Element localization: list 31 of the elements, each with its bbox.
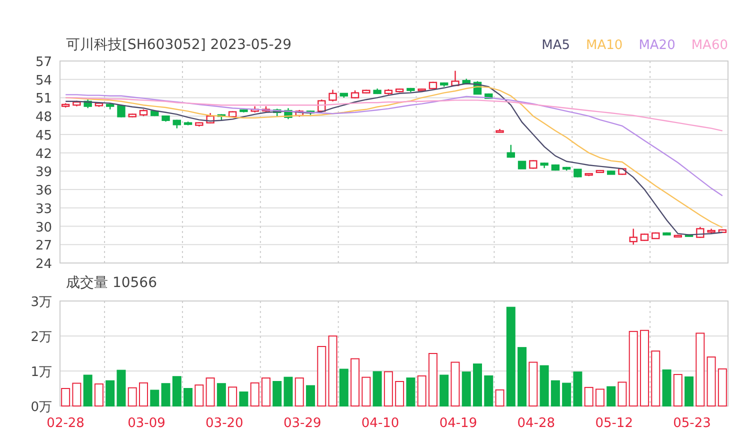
date-label: 05-12: [595, 416, 633, 431]
date-label: 03-20: [206, 416, 244, 431]
axis-label: 0万: [30, 400, 52, 415]
legend-label: MA5: [542, 38, 570, 52]
axis-label: 1万: [30, 365, 52, 380]
axis-label: 3万: [30, 295, 52, 310]
date-label: 05-23: [673, 416, 711, 431]
axis-label: 2万: [30, 330, 52, 345]
axis-label: 57: [35, 56, 52, 70]
axis-label: 33: [35, 202, 52, 217]
axis-label: 48: [35, 110, 52, 126]
date-label: 03-29: [283, 416, 322, 431]
axis-label: 54: [35, 73, 52, 88]
chart-title: 可川科技[SH603052] 2023-05-29: [66, 36, 292, 54]
axis-label: 45: [35, 128, 52, 144]
axis-label: 30: [35, 220, 52, 236]
date-label: 04-19: [439, 416, 478, 431]
legend-label: MA10: [586, 38, 623, 52]
axis-label: 51: [35, 92, 52, 107]
volume-title: 成交量 10566: [66, 274, 158, 293]
date-label: 02-28: [46, 416, 84, 431]
axis-label: 24: [35, 257, 52, 272]
axis-label: 39: [35, 165, 52, 180]
legend-label: MA60: [691, 38, 728, 52]
axis-label: 36: [35, 184, 52, 199]
date-label: 03-09: [128, 416, 166, 431]
axis-label: 27: [35, 238, 52, 254]
legend-label: MA20: [638, 38, 676, 52]
date-label: 04-28: [517, 416, 556, 431]
date-label: 04-10: [361, 416, 400, 431]
axis-label: 42: [35, 146, 52, 162]
